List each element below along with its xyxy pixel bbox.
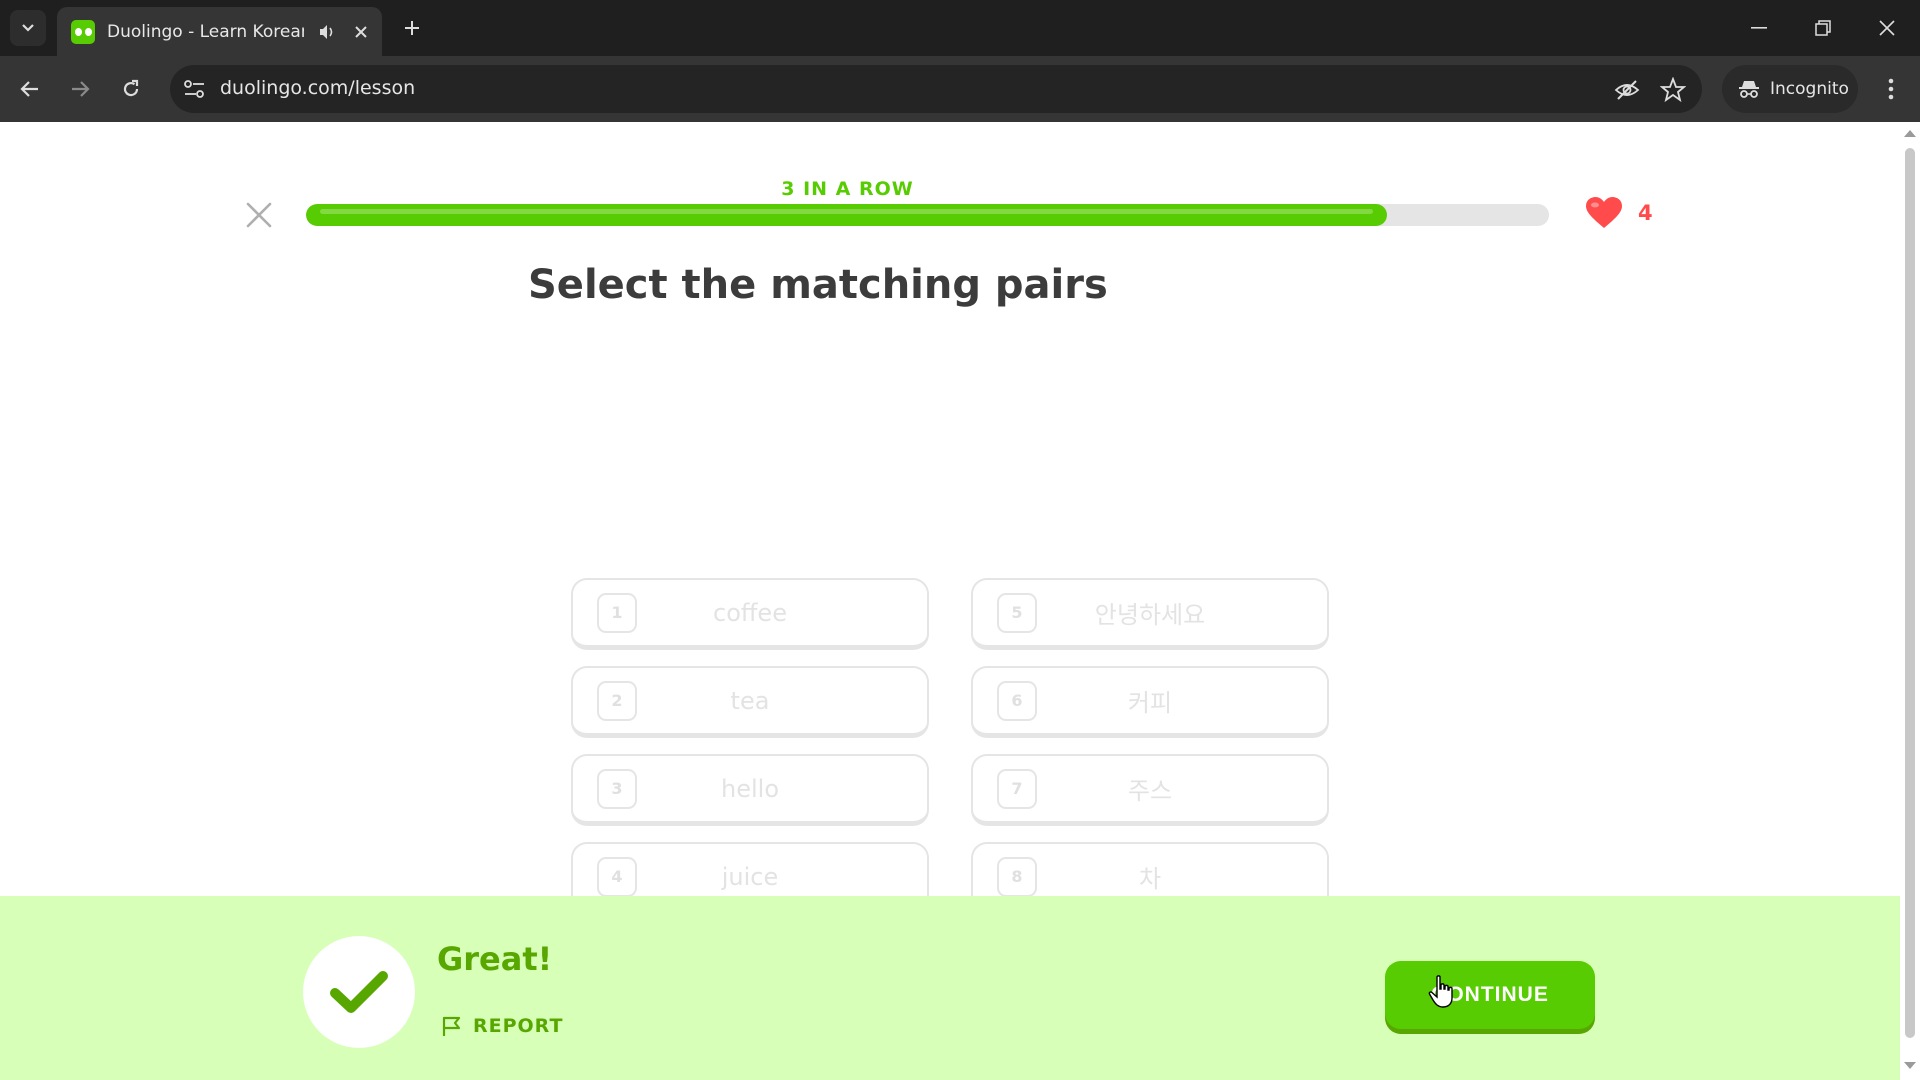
matching-pairs-grid: 1 coffee 5 안녕하세요 2 tea 6 커피 3 hello 7 주스 4 juic… [571,578,1329,914]
choice-text: 주스 [1127,777,1173,805]
window-close-button[interactable] [1855,0,1919,56]
progress-fill [306,204,1388,226]
feedback-message: Great! [437,940,553,978]
chevron-down-icon [22,24,34,32]
choice-tile[interactable]: 7 주스 [971,754,1329,826]
checkmark-icon [330,971,388,1013]
choice-tile[interactable]: 1 coffee [571,578,929,650]
browser-tab-bar: Duolingo - Learn Korean with [0,0,1920,56]
speaker-icon[interactable] [318,23,336,41]
restore-icon [1815,20,1831,36]
forward-button[interactable] [64,73,96,105]
browser-menu-button[interactable] [1876,72,1906,106]
success-badge [303,936,415,1048]
forward-arrow-icon [72,81,90,97]
hearts-counter: 4 [1584,196,1653,230]
choice-text: juice [721,862,779,891]
choice-number: 6 [997,680,1037,721]
choice-text: hello [721,774,779,803]
incognito-label: Incognito [1770,79,1849,99]
eye-off-icon[interactable] [1614,77,1640,103]
flag-icon [442,1016,461,1036]
choice-tile[interactable]: 2 tea [571,666,929,738]
minimize-icon [1751,27,1767,29]
choice-text: coffee [713,598,787,627]
address-bar[interactable]: duolingo.com/lesson [170,65,1702,113]
tab-title: Duolingo - Learn Korean with [107,21,304,42]
choice-text: tea [730,686,770,715]
lesson-page: 3 IN A ROW 4 Select the matching pairs 1… [0,122,1900,1080]
choice-number: 2 [597,680,637,721]
scroll-up-arrow-icon[interactable] [1904,130,1916,137]
choice-number: 1 [597,592,637,633]
browser-toolbar: duolingo.com/lesson Incognito [0,56,1920,122]
choice-number: 8 [997,856,1037,897]
site-settings-icon[interactable] [182,77,208,101]
choice-number: 4 [597,856,637,897]
duolingo-favicon-icon [71,19,95,44]
restore-button[interactable] [1791,0,1855,56]
scrollbar-thumb[interactable] [1905,148,1915,1038]
report-label: REPORT [473,1015,564,1037]
tab-search-button[interactable] [10,10,46,46]
new-tab-button[interactable] [397,13,427,43]
choice-tile[interactable]: 5 안녕하세요 [971,578,1329,650]
choice-tile[interactable]: 3 hello [571,754,929,826]
choice-text: 커피 [1127,689,1173,717]
close-lesson-icon[interactable] [244,200,274,230]
url-text: duolingo.com/lesson [220,77,416,99]
back-arrow-icon [20,81,38,97]
choice-tile[interactable]: 6 커피 [971,666,1329,738]
incognito-indicator[interactable]: Incognito [1722,65,1858,113]
streak-label: 3 IN A ROW [781,178,914,200]
feedback-footer: Great! REPORT CONTINUE [0,896,1900,1080]
lesson-progress-bar [306,204,1549,226]
choice-number: 7 [997,768,1037,809]
back-button[interactable] [14,73,46,105]
close-icon[interactable] [354,25,368,39]
window-close-icon [1879,20,1895,36]
hearts-count: 4 [1638,201,1653,225]
report-button[interactable]: REPORT [440,1014,563,1038]
continue-button[interactable]: CONTINUE [1385,961,1595,1029]
browser-tab-active[interactable]: Duolingo - Learn Korean with [57,7,382,56]
reload-icon [123,79,139,97]
heart-icon [1586,197,1622,228]
hand-cursor-icon [1428,975,1453,1008]
page-title: Select the matching pairs [528,262,1108,308]
minimize-button[interactable] [1727,0,1791,56]
page-scrollbar[interactable] [1900,122,1920,1080]
plus-icon [405,21,419,35]
incognito-icon [1739,81,1759,98]
kebab-menu-icon [1888,78,1894,100]
reload-button[interactable] [115,73,147,105]
choice-number: 5 [997,592,1037,633]
scroll-down-arrow-icon[interactable] [1904,1062,1916,1069]
star-icon[interactable] [1660,77,1686,103]
choice-text: 안녕하세요 [1094,601,1206,629]
choice-number: 3 [597,768,637,809]
choice-text: 차 [1138,865,1162,893]
